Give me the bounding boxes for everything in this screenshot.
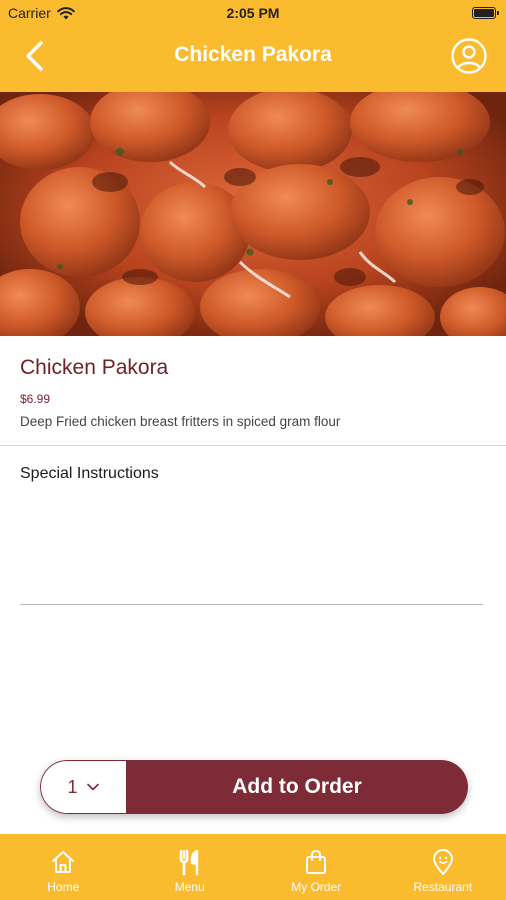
item-photo [0,92,506,336]
order-bar: 1 Add to Order [40,760,468,814]
item-details: Chicken Pakora $6.99 Deep Fried chicken … [20,356,486,429]
status-time: 2:05 PM [226,5,280,21]
tab-menu[interactable]: Menu [127,834,254,900]
add-to-order-button[interactable]: Add to Order [126,760,468,814]
status-bar: Carrier 2:05 PM [0,0,506,26]
quantity-selector[interactable]: 1 [40,760,126,814]
home-icon [52,851,75,873]
special-instructions-input[interactable] [20,492,483,605]
tab-my-order[interactable]: My Order [253,834,380,900]
location-pin-icon [432,849,453,875]
tab-restaurant[interactable]: Restaurant [380,834,506,900]
tab-menu-label: Menu [174,880,205,894]
item-price: $6.99 [20,392,51,406]
tab-home-label: Home [47,880,80,894]
chevron-down-icon [86,783,99,791]
item-name: Chicken Pakora [20,356,169,379]
user-circle-icon[interactable] [450,37,488,75]
tab-restaurant-label: Restaurant [413,880,473,894]
tab-home[interactable]: Home [0,834,127,900]
tab-my-order-label: My Order [291,880,342,894]
item-description: Deep Fried chicken breast fritters in sp… [20,414,341,429]
quantity-value: 1 [67,776,78,797]
tab-bar: Home Menu My Order Restaurant [0,834,506,900]
utensils-icon [179,849,198,876]
shopping-bag-icon [306,849,327,874]
special-instructions-label: Special Instructions [20,465,159,482]
page-title: Chicken Pakora [174,43,332,66]
divider [0,445,506,446]
battery-icon [472,7,499,19]
nav-bar: Chicken Pakora [0,26,506,92]
